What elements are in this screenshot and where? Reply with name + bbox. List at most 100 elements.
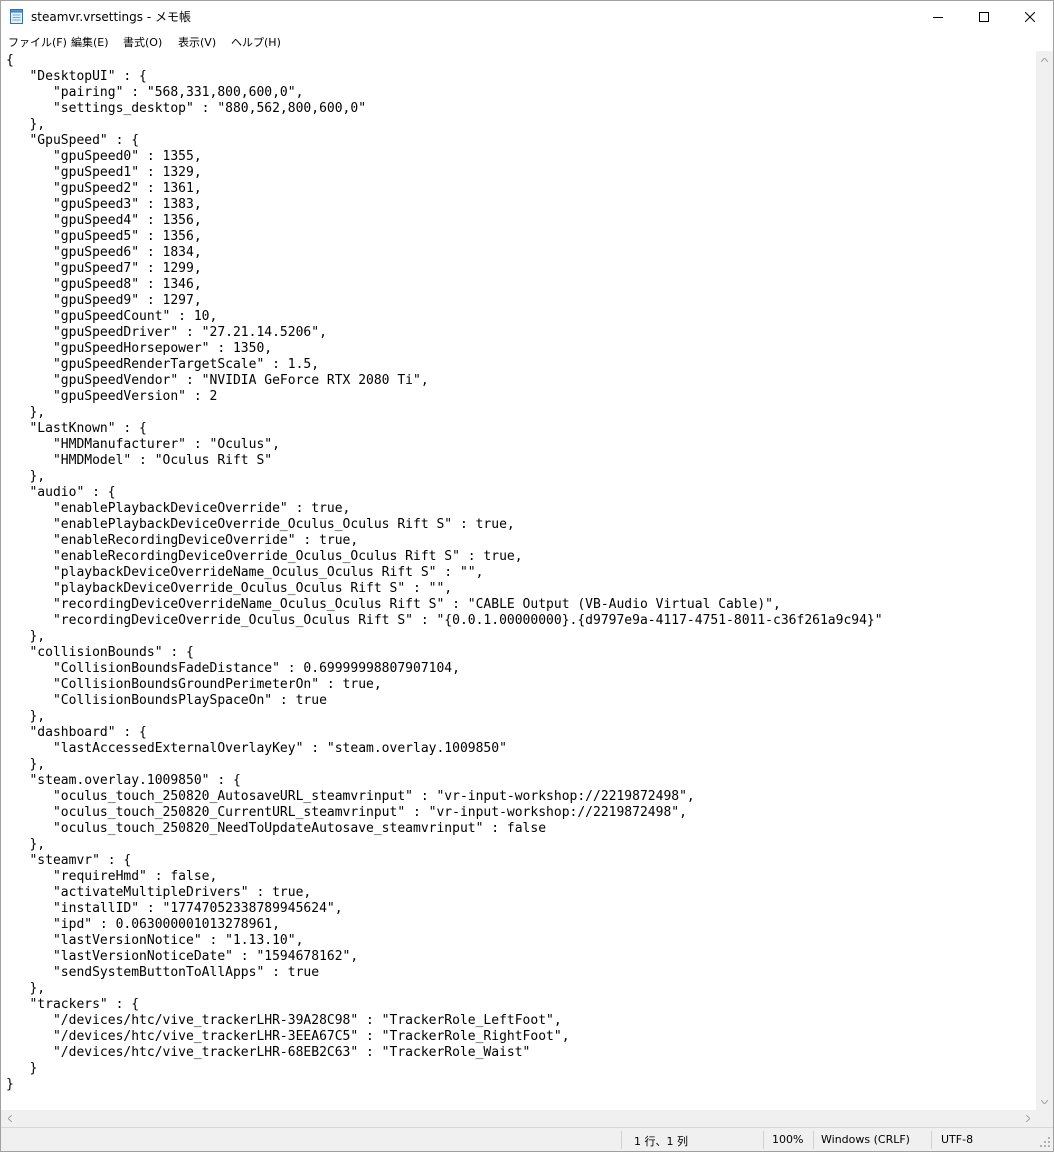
editor-line[interactable]: "enableRecordingDeviceOverride" : true, <box>6 533 883 549</box>
editor-line[interactable]: "steam.overlay.1009850" : { <box>6 773 883 789</box>
editor-line[interactable]: "CollisionBoundsPlaySpaceOn" : true <box>6 693 883 709</box>
menu-view[interactable]: 表示(V) <box>178 34 216 50</box>
editor-line[interactable]: } <box>6 1061 883 1077</box>
minimize-icon <box>933 16 943 18</box>
chevron-down-icon <box>1041 1099 1048 1104</box>
editor-line[interactable]: "gpuSpeed1" : 1329, <box>6 165 883 181</box>
chevron-left-icon <box>7 1115 12 1122</box>
editor-line[interactable]: "lastVersionNotice" : "1.13.10", <box>6 933 883 949</box>
editor-line[interactable]: "gpuSpeedRenderTargetScale" : 1.5, <box>6 357 883 373</box>
editor-line[interactable]: "installID" : "17747052338789945624", <box>6 901 883 917</box>
editor-line[interactable]: }, <box>6 837 883 853</box>
editor-line[interactable]: }, <box>6 629 883 645</box>
editor-line[interactable]: "audio" : { <box>6 485 883 501</box>
horizontal-scrollbar[interactable] <box>1 1110 1036 1127</box>
editor-line[interactable]: } <box>6 1077 883 1093</box>
line-ending: Windows (CRLF) <box>821 1133 910 1146</box>
editor-line[interactable]: }, <box>6 757 883 773</box>
editor-line[interactable]: "pairing" : "568,331,800,600,0", <box>6 85 883 101</box>
editor-line[interactable]: "/devices/htc/vive_trackerLHR-3EEA67C5" … <box>6 1029 883 1045</box>
editor-line[interactable]: "steamvr" : { <box>6 853 883 869</box>
editor-line[interactable]: "enablePlaybackDeviceOverride_Oculus_Ocu… <box>6 517 883 533</box>
chevron-up-icon <box>1041 57 1048 62</box>
editor-line[interactable]: "gpuSpeed7" : 1299, <box>6 261 883 277</box>
window-title: steamvr.vrsettings - メモ帳 <box>31 10 191 24</box>
editor-line[interactable]: "CollisionBoundsGroundPerimeterOn" : tru… <box>6 677 883 693</box>
menu-help[interactable]: ヘルプ(H) <box>231 34 281 50</box>
menu-bar: ファイル(F) 編集(E) 書式(O) 表示(V) ヘルプ(H) <box>1 32 1053 51</box>
editor-line[interactable]: }, <box>6 469 883 485</box>
editor-line[interactable]: "oculus_touch_250820_NeedToUpdateAutosav… <box>6 821 883 837</box>
editor-line[interactable]: "gpuSpeed8" : 1346, <box>6 277 883 293</box>
menu-edit[interactable]: 編集(E) <box>71 34 109 50</box>
notepad-app-icon <box>10 9 23 24</box>
scroll-down-button[interactable] <box>1036 1093 1053 1110</box>
menu-file[interactable]: ファイル(F) <box>8 34 67 50</box>
editor-line[interactable]: "activateMultipleDrivers" : true, <box>6 885 883 901</box>
editor-line[interactable]: "recordingDeviceOverrideName_Oculus_Ocul… <box>6 597 883 613</box>
editor-line[interactable]: "sendSystemButtonToAllApps" : true <box>6 965 883 981</box>
editor-line[interactable]: "gpuSpeedDriver" : "27.21.14.5206", <box>6 325 883 341</box>
close-icon <box>1025 11 1035 22</box>
editor-line[interactable]: }, <box>6 405 883 421</box>
text-editor-area[interactable]: { "DesktopUI" : { "pairing" : "568,331,8… <box>1 51 1036 1110</box>
editor-line[interactable]: "gpuSpeedVersion" : 2 <box>6 389 883 405</box>
status-separator <box>931 1131 932 1149</box>
editor-line[interactable]: "dashboard" : { <box>6 725 883 741</box>
editor-line[interactable]: }, <box>6 981 883 997</box>
scroll-left-button[interactable] <box>1 1110 18 1127</box>
editor-line[interactable]: "/devices/htc/vive_trackerLHR-68EB2C63" … <box>6 1045 883 1061</box>
editor-line[interactable]: "lastAccessedExternalOverlayKey" : "stea… <box>6 741 883 757</box>
editor-line[interactable]: "ipd" : 0.063000001013278961, <box>6 917 883 933</box>
editor-line[interactable]: "HMDModel" : "Oculus Rift S" <box>6 453 883 469</box>
chevron-right-icon <box>1025 1115 1030 1122</box>
status-bar: 1 行、1 列 100% Windows (CRLF) UTF-8 <box>1 1127 1053 1151</box>
minimize-button[interactable] <box>915 1 961 32</box>
editor-line[interactable]: "HMDManufacturer" : "Oculus", <box>6 437 883 453</box>
editor-line[interactable]: { <box>6 53 883 69</box>
editor-line[interactable]: "gpuSpeed0" : 1355, <box>6 149 883 165</box>
editor-line[interactable]: "gpuSpeedCount" : 10, <box>6 309 883 325</box>
editor-line[interactable]: "GpuSpeed" : { <box>6 133 883 149</box>
editor-line[interactable]: "playbackDeviceOverrideName_Oculus_Oculu… <box>6 565 883 581</box>
menu-format[interactable]: 書式(O) <box>123 34 162 50</box>
editor-line[interactable]: "gpuSpeedVendor" : "NVIDIA GeForce RTX 2… <box>6 373 883 389</box>
editor-line[interactable]: "DesktopUI" : { <box>6 69 883 85</box>
editor-line[interactable]: "playbackDeviceOverride_Oculus_Oculus Ri… <box>6 581 883 597</box>
editor-line[interactable]: "gpuSpeed4" : 1356, <box>6 213 883 229</box>
editor-line[interactable]: "enablePlaybackDeviceOverride" : true, <box>6 501 883 517</box>
editor-line[interactable]: "settings_desktop" : "880,562,800,600,0" <box>6 101 883 117</box>
encoding: UTF-8 <box>941 1133 974 1146</box>
close-button[interactable] <box>1007 1 1053 32</box>
editor-line[interactable]: "recordingDeviceOverride_Oculus_Oculus R… <box>6 613 883 629</box>
editor-line[interactable]: "oculus_touch_250820_CurrentURL_steamvri… <box>6 805 883 821</box>
status-separator <box>621 1131 622 1149</box>
vertical-scrollbar[interactable] <box>1036 51 1053 1127</box>
scroll-right-button[interactable] <box>1019 1110 1036 1127</box>
resize-grip-icon[interactable] <box>1039 1136 1051 1148</box>
scroll-up-button[interactable] <box>1036 51 1053 68</box>
editor-line[interactable]: }, <box>6 117 883 133</box>
editor-line[interactable]: "/devices/htc/vive_trackerLHR-39A28C98" … <box>6 1013 883 1029</box>
editor-line[interactable]: "LastKnown" : { <box>6 421 883 437</box>
editor-line[interactable]: "gpuSpeed5" : 1356, <box>6 229 883 245</box>
editor-line[interactable]: "gpuSpeed9" : 1297, <box>6 293 883 309</box>
editor-line[interactable]: "oculus_touch_250820_AutosaveURL_steamvr… <box>6 789 883 805</box>
editor-line[interactable]: "gpuSpeed6" : 1834, <box>6 245 883 261</box>
title-bar[interactable]: steamvr.vrsettings - メモ帳 <box>1 1 1053 32</box>
editor-line[interactable]: "collisionBounds" : { <box>6 645 883 661</box>
editor-line[interactable]: "gpuSpeedHorsepower" : 1350, <box>6 341 883 357</box>
editor-line[interactable]: "CollisionBoundsFadeDistance" : 0.699999… <box>6 661 883 677</box>
editor-line[interactable]: "gpuSpeed2" : 1361, <box>6 181 883 197</box>
editor-line[interactable]: }, <box>6 709 883 725</box>
editor-line[interactable]: "requireHmd" : false, <box>6 869 883 885</box>
notepad-window: steamvr.vrsettings - メモ帳 ファイル(F) 編集(E) 書… <box>0 0 1054 1152</box>
status-separator <box>813 1131 814 1149</box>
editor-line[interactable]: "gpuSpeed3" : 1383, <box>6 197 883 213</box>
editor-line[interactable]: "trackers" : { <box>6 997 883 1013</box>
editor-line[interactable]: "lastVersionNoticeDate" : "1594678162", <box>6 949 883 965</box>
status-separator <box>763 1131 764 1149</box>
editor-line[interactable]: "enableRecordingDeviceOverride_Oculus_Oc… <box>6 549 883 565</box>
maximize-button[interactable] <box>961 1 1007 32</box>
editor-text[interactable]: { "DesktopUI" : { "pairing" : "568,331,8… <box>6 53 883 1093</box>
